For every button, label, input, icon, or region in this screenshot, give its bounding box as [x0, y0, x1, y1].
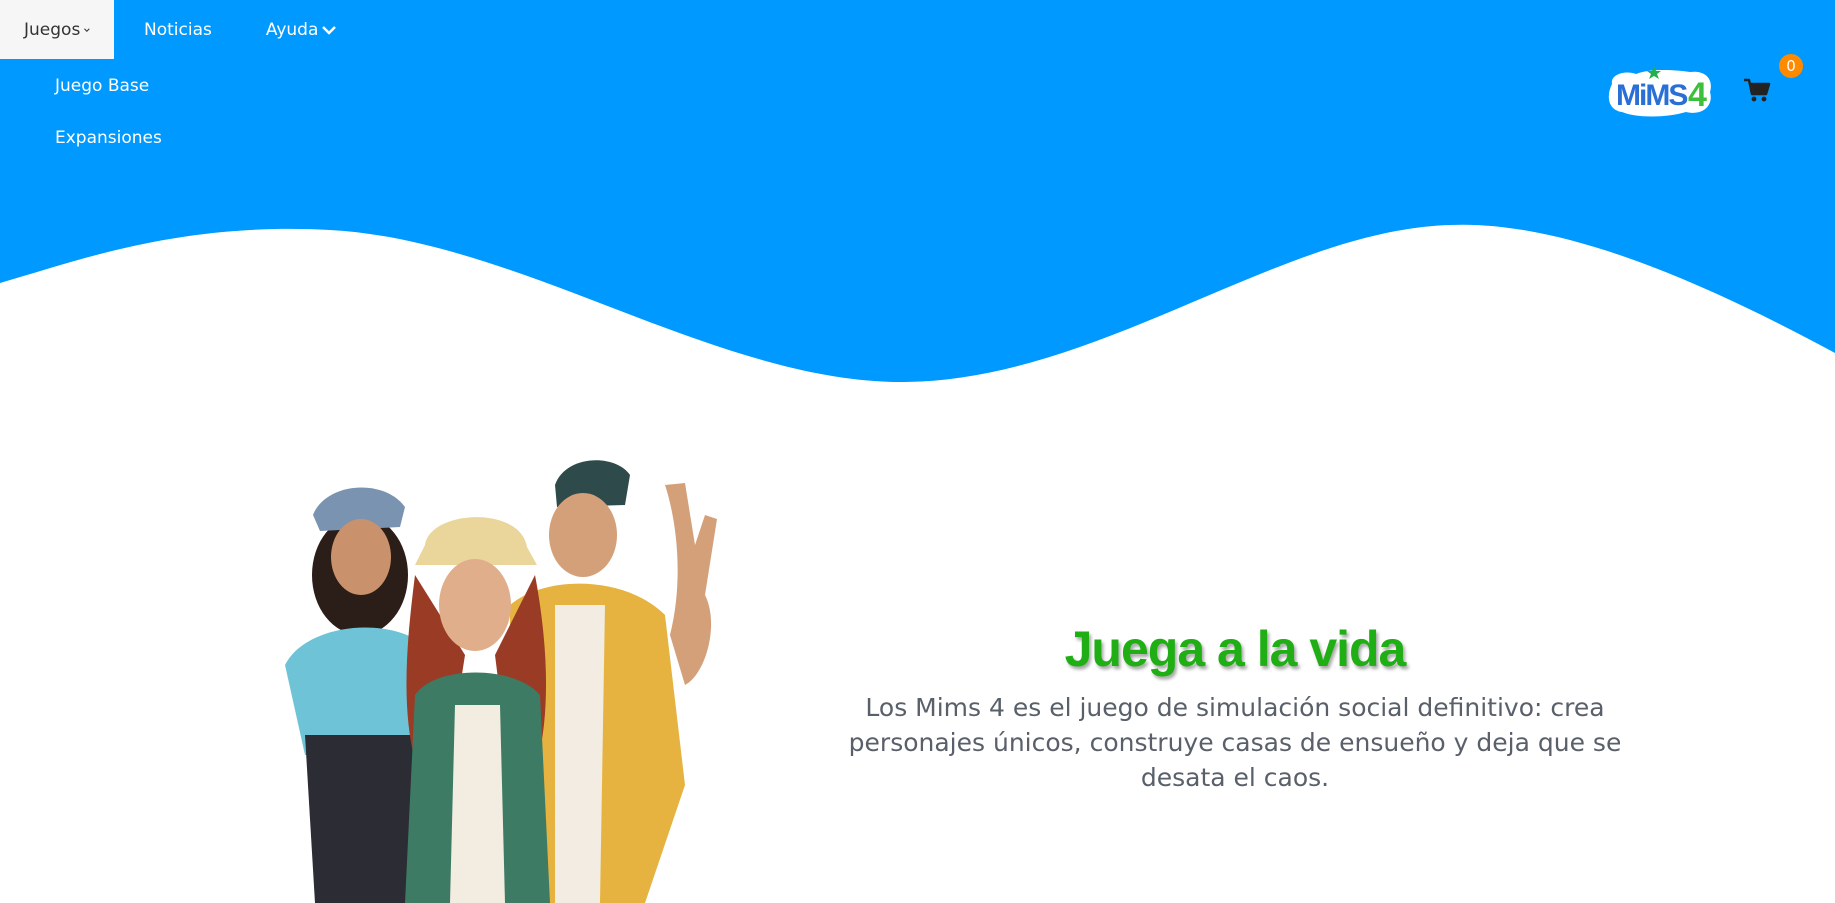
nav-item-ayuda[interactable]: Ayuda: [212, 0, 337, 59]
dropdown-item-juego-base[interactable]: Juego Base: [55, 72, 162, 124]
dropdown-item-expansiones[interactable]: Expansiones: [55, 124, 162, 176]
chevron-down-icon: [322, 25, 337, 35]
characters-illustration: [285, 460, 717, 903]
hero-title: Juega a la vida: [1064, 621, 1407, 677]
svg-text:4: 4: [1688, 76, 1707, 114]
cart-count-badge: 0: [1779, 54, 1803, 78]
nav-item-label: Juegos: [24, 19, 81, 40]
hero-description: Los Mims 4 es el juego de simulación soc…: [848, 693, 1622, 792]
shopping-cart-icon[interactable]: [1742, 76, 1772, 104]
nav-item-noticias[interactable]: Noticias: [114, 0, 212, 59]
mims4-logo[interactable]: MiMS 4: [1606, 62, 1716, 118]
nav-item-label: Noticias: [144, 19, 212, 40]
games-dropdown-menu: Juego Base Expansiones: [55, 72, 162, 176]
chevron-down-icon: [84, 27, 90, 32]
nav-item-juegos[interactable]: Juegos: [0, 0, 114, 59]
svg-text:MiMS: MiMS: [1616, 79, 1687, 112]
hero-wave-background: [0, 0, 1835, 383]
main-nav: Juegos Noticias Ayuda: [0, 0, 337, 59]
nav-item-label: Ayuda: [265, 19, 319, 40]
